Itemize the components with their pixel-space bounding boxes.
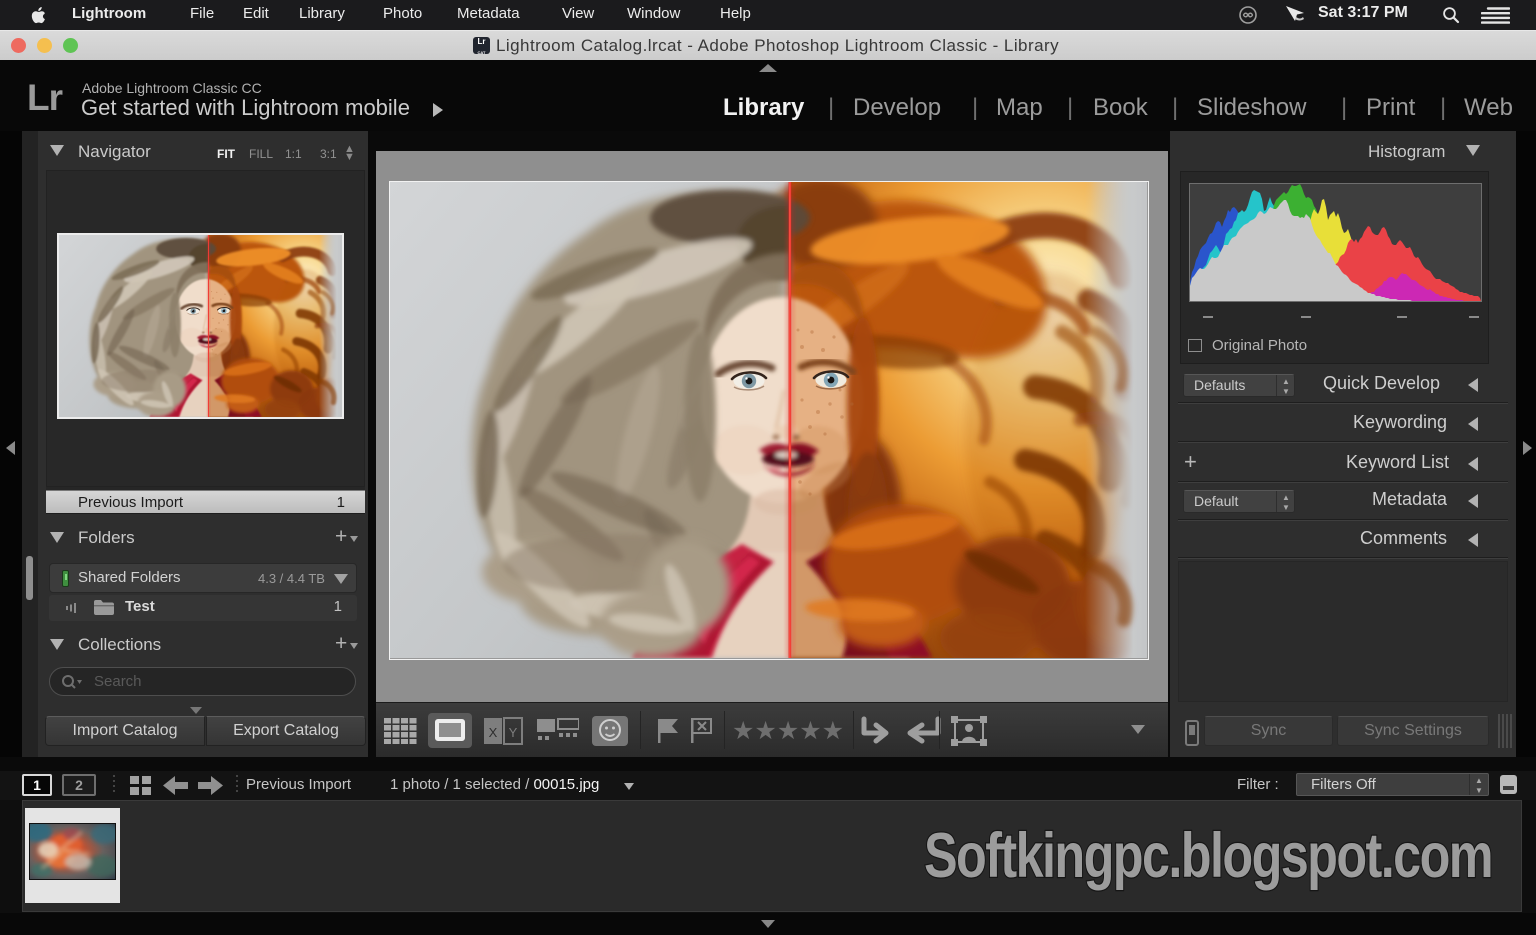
- svg-text:Y: Y: [509, 725, 518, 740]
- svg-text:X: X: [489, 725, 498, 740]
